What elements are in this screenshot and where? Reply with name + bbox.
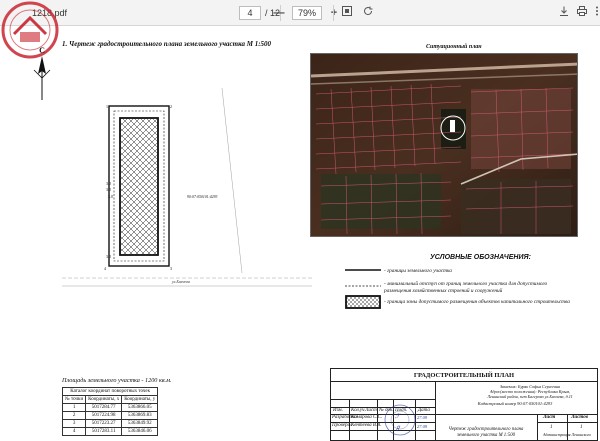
column-label: Дата <box>418 408 430 413</box>
column-header: Координаты, у <box>121 395 159 404</box>
table-row: 3 5017223.27 5363849.92 <box>61 419 159 428</box>
more-vertical-icon <box>596 6 598 16</box>
table-cell: 5017284.77 <box>85 403 123 412</box>
title-block: ГРАДОСТРОИТЕЛЬНЫЙ ПЛАН Заказчик: Буряк С… <box>330 368 598 441</box>
table-cell: 2 <box>61 411 87 420</box>
seal-stamp <box>384 404 416 436</box>
table-row: 4 5017283.11 5363846.06 <box>61 427 159 436</box>
sheets-label: Листов <box>571 415 588 420</box>
rotate-button[interactable] <box>360 5 376 21</box>
sheet-number: 1 <box>550 425 553 430</box>
checker-name: Кентеева В.В. <box>351 423 382 428</box>
table-row: 2 5017224.98 5363869.83 <box>61 411 159 420</box>
legend-title: УСЛОВНЫЕ ОБОЗНАЧЕНИЯ: <box>430 254 531 261</box>
dimension-label: 3.0 <box>106 181 111 186</box>
sheets-count: 1 <box>580 425 583 430</box>
page-number-input[interactable]: 4 <box>239 6 261 20</box>
dimension-label: 3.0 <box>108 194 113 199</box>
svg-text:3: 3 <box>170 266 172 271</box>
table-cell: 5363869.83 <box>121 411 159 420</box>
sign-date: 27.09 <box>417 424 428 429</box>
role-label: Проверил <box>332 423 353 428</box>
rotate-icon <box>364 6 373 16</box>
cadastral-number: Кадастровый номер 90:07:050101:4293 <box>477 401 553 406</box>
author-name: Комарова С.С. <box>351 415 383 420</box>
situation-plan-title: Ситуационный план <box>426 44 482 50</box>
column-header: Координаты, х <box>85 395 123 404</box>
table-cell: 5363849.92 <box>121 419 159 428</box>
drawing-scale: земельного участка М 1:500 <box>457 433 515 438</box>
street-label: ул.Бахчева <box>171 279 190 284</box>
more-options-button[interactable] <box>589 5 600 21</box>
table-cell: 5017223.27 <box>85 419 123 428</box>
table-cell: 5017224.98 <box>85 411 123 420</box>
fit-page-button[interactable] <box>339 5 355 21</box>
dimension-label: 3.0 <box>106 187 111 192</box>
area-text: Площадь земельного участка - 1200 кв.м. <box>62 377 172 384</box>
table-cell: 5363866.05 <box>121 403 159 412</box>
sheet-label: Лист <box>543 415 556 420</box>
address-line: Ленинский район, пгт Багерово ул.Бахчева… <box>487 394 573 399</box>
table-cell: 5017283.11 <box>85 427 123 436</box>
table-row: 1 5017284.77 5363866.05 <box>61 403 159 412</box>
legend-item: - минимальный отступ от границ земельног… <box>384 281 548 294</box>
parcel-number: 90:07:050101:4293 <box>187 195 217 199</box>
fit-page-icon <box>342 6 352 16</box>
zoom-out-button[interactable]: — <box>271 5 287 21</box>
svg-text:1: 1 <box>106 104 108 109</box>
table-cell: 5363846.06 <box>121 427 159 436</box>
column-label: Лист <box>365 408 377 413</box>
parcel-plan-drawing: 1 2 3 4 3.0 3.0 3.0 3.0 90:07:050101:429… <box>62 88 312 287</box>
drawing-name: Чертеж градостроительного плана <box>448 427 524 432</box>
table-cell: 4 <box>61 427 87 436</box>
print-icon <box>577 6 587 16</box>
north-arrow: C <box>33 46 51 100</box>
column-label: Изм. <box>333 408 343 413</box>
column-label: Кол.уч <box>351 408 365 413</box>
svg-text:4: 4 <box>104 266 106 271</box>
north-letter: C <box>39 46 45 55</box>
legend-item: - граница зоны допустимого размещения об… <box>384 299 570 305</box>
download-button[interactable] <box>556 5 572 21</box>
table-cell: 3 <box>61 419 87 428</box>
print-button[interactable] <box>574 5 590 21</box>
title-block-header: ГРАДОСТРОИТЕЛЬНЫЙ ПЛАН <box>331 369 597 382</box>
drawing-title: 1. Чертеж градостроительного плана земел… <box>62 40 272 48</box>
table-cell: 1 <box>61 403 87 412</box>
situation-satellite-map <box>310 53 578 237</box>
sign-date: 27.09 <box>417 415 428 420</box>
dimension-label: 3.0 <box>106 254 111 259</box>
legend-item: - границы земельного участка <box>384 268 452 274</box>
zoom-level[interactable]: 79% <box>292 6 322 20</box>
column-header: № точки <box>61 395 87 404</box>
pdf-toolbar: 1218.pdf 4 / 12 — 79% + <box>0 0 600 26</box>
download-icon <box>560 6 568 16</box>
svg-text:2: 2 <box>170 104 172 109</box>
coordinates-table: Каталог координат поворотных точек № точ… <box>61 387 159 436</box>
legend-symbols <box>345 269 381 309</box>
coordinates-caption: Каталог координат поворотных точек <box>61 387 159 396</box>
authority: Администрация Ленинского <box>542 432 592 437</box>
toolbar-divider <box>333 5 334 21</box>
satellite-image <box>311 54 577 236</box>
